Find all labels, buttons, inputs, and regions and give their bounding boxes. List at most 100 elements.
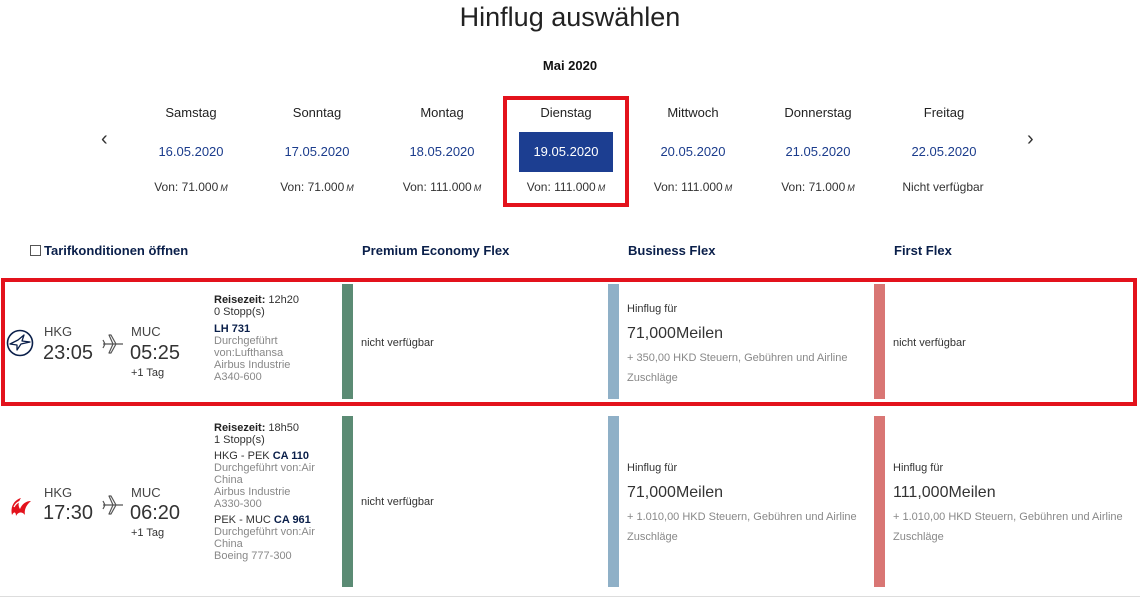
fare-tax: + 1.010,00 HKD Steuern, Gebühren und Air… <box>893 511 1123 543</box>
day-date[interactable]: 22.05.2020 <box>897 132 991 172</box>
fare-label: Hinflug für <box>627 303 678 315</box>
day-date[interactable]: 17.05.2020 <box>270 132 364 172</box>
day-samstag[interactable]: Samstag 16.05.2020 Von: 71.000 M <box>129 96 253 206</box>
fare-label: Hinflug für <box>893 462 944 474</box>
day-name: Samstag <box>165 105 217 120</box>
plane-icon <box>102 495 123 515</box>
air-china-phoenix-icon <box>11 498 31 516</box>
day-dienstag-selected[interactable]: Dienstag 19.05.2020 Von: 111.000 M <box>503 96 629 207</box>
business-fare-option[interactable]: Hinflug für 71,000Meilen + 1.010,00 HKD … <box>627 462 867 547</box>
departure-time: 17:30 <box>43 502 94 524</box>
business-fare-option[interactable]: Hinflug für 71,000Meilen + 350,00 HKD St… <box>627 303 867 388</box>
flight-number-link[interactable]: CA 110 <box>273 450 309 462</box>
first-fare-option[interactable]: Hinflug für 111,000Meilen + 1.010,00 HKD… <box>893 462 1133 547</box>
leg: LH 731 <box>214 323 314 335</box>
flight-number-link[interactable]: CA 961 <box>274 514 311 526</box>
tarif-conditions-link[interactable]: Tarifkonditionen öffnen <box>30 243 188 258</box>
departure-time: 23:05 <box>43 342 94 364</box>
day-price: Nicht verfügbar <box>882 180 1006 194</box>
day-price-value: Nicht verfügbar <box>902 180 984 194</box>
day-price: Von: 111.000 M <box>380 180 504 194</box>
fare-tax: + 1.010,00 HKD Steuern, Gebühren und Air… <box>627 511 857 543</box>
day-date[interactable]: 21.05.2020 <box>771 132 865 172</box>
day-freitag[interactable]: Freitag 22.05.2020 Nicht verfügbar <box>882 96 1006 206</box>
header-premium-economy: Premium Economy Flex <box>362 243 510 258</box>
page-title: Hinflug auswählen <box>459 2 681 32</box>
day-price: Von: 111.000 M <box>507 180 625 194</box>
leg-route: HKG - PEK <box>214 450 270 462</box>
day-sonntag[interactable]: Sonntag 17.05.2020 Von: 71.000 M <box>255 96 379 206</box>
flight-row: HKG 17:30 MUC 06:20 +1 Tag Reisezeit: 18… <box>0 410 1140 596</box>
fare-label: Hinflug für <box>627 462 678 474</box>
miles-unit-icon: M <box>847 183 855 193</box>
stops: 1 Stopp(s) <box>214 434 265 446</box>
day-offset: +1 Tag <box>131 527 165 539</box>
tarif-conditions-label: Tarifkonditionen öffnen <box>44 243 189 258</box>
operated-by: Durchgeführt von:Air China <box>214 462 315 486</box>
first-fare-unavailable: nicht verfügbar <box>893 337 966 349</box>
flight-details: Reisezeit: 18h50 1 Stopp(s) HKG - PEK CA… <box>214 422 319 562</box>
day-date[interactable]: 18.05.2020 <box>395 132 489 172</box>
row-divider <box>0 596 1140 597</box>
fare-miles: 71,000Meilen <box>627 325 724 342</box>
day-name: Donnerstag <box>784 105 852 120</box>
miles-unit-icon: M <box>346 183 354 193</box>
day-price-value: Von: 71.000 <box>781 180 846 194</box>
arrival-time: 06:20 <box>130 502 181 524</box>
business-bar <box>608 284 619 399</box>
day-price-value: Von: 71.000 <box>154 180 219 194</box>
miles-unit-icon: M <box>473 183 482 193</box>
day-montag[interactable]: Montag 18.05.2020 Von: 111.000 M <box>380 96 504 206</box>
day-name: Freitag <box>923 105 965 120</box>
departure-airport: HKG <box>44 324 73 339</box>
day-mittwoch[interactable]: Mittwoch 20.05.2020 Von: 111.000 M <box>631 96 755 206</box>
next-week-chevron-right-icon[interactable]: › <box>1027 126 1034 152</box>
day-price: Von: 71.000 M <box>756 180 880 194</box>
travel-time-label: Reisezeit: <box>214 294 266 306</box>
month-label: Mai 2020 <box>542 58 598 73</box>
fare-tax: + 350,00 HKD Steuern, Gebühren und Airli… <box>627 352 848 384</box>
travel-time-label: Reisezeit: <box>214 422 266 434</box>
miles-unit-icon: M <box>724 183 733 193</box>
day-date[interactable]: 19.05.2020 <box>519 132 613 172</box>
fare-miles: 71,000Meilen <box>627 484 724 501</box>
day-name: Mittwoch <box>667 105 719 120</box>
day-donnerstag[interactable]: Donnerstag 21.05.2020 Von: 71.000 M <box>756 96 880 206</box>
miles-unit-icon: M <box>597 183 606 193</box>
premium-bar <box>342 284 353 399</box>
operated-by: Durchgeführt von:Air China <box>214 526 315 550</box>
operated-by: Durchgeführt von:Lufthansa <box>214 335 284 359</box>
travel-time: Reisezeit: 18h50 <box>214 422 319 434</box>
day-name: Sonntag <box>292 105 342 120</box>
first-bar <box>874 416 885 587</box>
plane-icon <box>102 334 123 354</box>
fare-miles: 111,000Meilen <box>893 484 996 501</box>
day-price-value: Von: 111.000 <box>653 180 723 194</box>
day-price-value: Von: 71.000 <box>280 180 345 194</box>
leg: PEK - MUC CA 961 <box>214 514 319 526</box>
business-bar <box>608 416 619 587</box>
day-date[interactable]: 20.05.2020 <box>646 132 740 172</box>
day-offset: +1 Tag <box>131 367 165 379</box>
first-bar <box>874 284 885 399</box>
flight-row: HKG 23:05 MUC 05:25 +1 Tag Reisezeit: 12… <box>0 278 1140 406</box>
flight-details: Reisezeit: 12h20 0 Stopp(s) LH 731 Durch… <box>214 294 314 383</box>
lufthansa-crane-icon <box>6 329 34 357</box>
day-price: Von: 71.000 M <box>129 180 253 194</box>
travel-time-value: 12h20 <box>268 294 300 306</box>
day-date[interactable]: 16.05.2020 <box>144 132 238 172</box>
premium-bar <box>342 416 353 587</box>
leg-route: PEK - MUC <box>214 514 271 526</box>
header-first: First Flex <box>894 243 952 258</box>
aircraft: Boeing 777-300 <box>214 550 292 562</box>
flight-number-link[interactable]: LH 731 <box>214 323 250 335</box>
aircraft: Airbus Industrie A340-600 <box>214 359 291 383</box>
aircraft: Airbus Industrie A330-300 <box>214 486 291 510</box>
day-price-value: Von: 111.000 <box>402 180 472 194</box>
prev-week-chevron-left-icon[interactable]: ‹ <box>101 126 108 152</box>
arrival-airport: MUC <box>131 485 161 500</box>
travel-time-value: 18h50 <box>268 422 300 434</box>
arrival-time: 05:25 <box>130 342 181 364</box>
day-price-value: Von: 111.000 <box>526 180 596 194</box>
departure-airport: HKG <box>44 485 73 500</box>
